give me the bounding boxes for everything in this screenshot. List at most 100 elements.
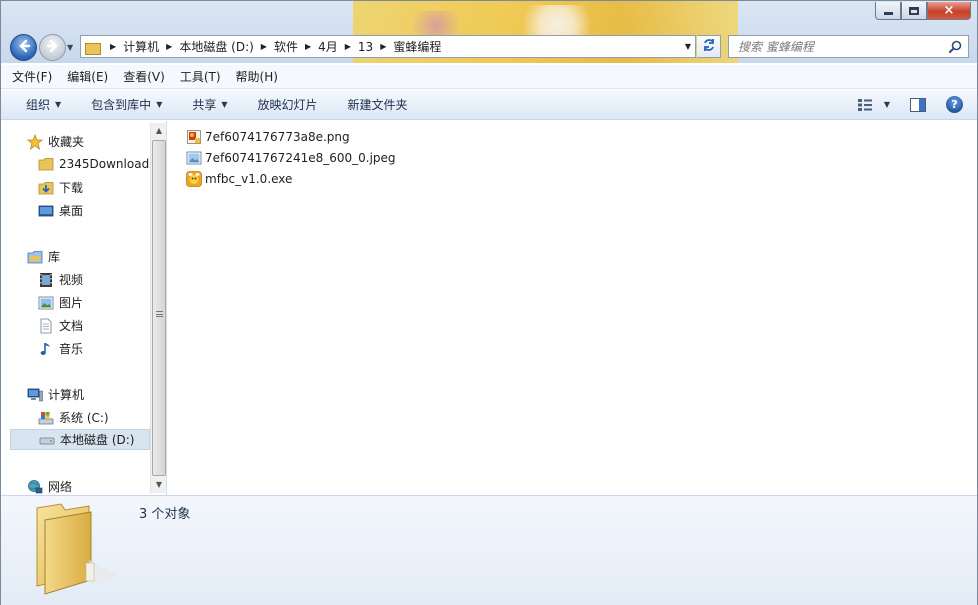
file-name: mfbc_v1.0.exe: [205, 172, 293, 186]
refresh-icon: [702, 38, 716, 56]
preview-pane-button[interactable]: [910, 97, 926, 112]
nav-item-label: 音乐: [59, 342, 84, 356]
hard-drive-icon: [39, 437, 55, 444]
maximize-icon: [909, 6, 919, 15]
nav-pane-scrollbar[interactable]: ▲ ▼: [150, 123, 166, 493]
more-views-dropdown[interactable]: ▼: [884, 100, 890, 109]
explorer-window: × ▼ ▶ 计算机 ▶ 本地磁盘 (D:) ▶ 软件 ▶ 4月 ▶ 13 ▶ 蜜…: [0, 0, 978, 605]
picture-icon: [38, 296, 54, 309]
file-item-png[interactable]: 7ef6074176773a8e.png: [186, 129, 350, 145]
recent-pages-dropdown[interactable]: ▼: [67, 43, 77, 53]
exe-app-icon: [186, 171, 202, 187]
nav-group-computer-label: 计算机: [48, 388, 85, 402]
breadcrumb-local-disk-d[interactable]: 本地磁盘 (D:): [179, 38, 253, 55]
library-icon: [27, 250, 43, 263]
nav-group-favorites[interactable]: 收藏夹: [27, 133, 84, 150]
details-pane: 3 个对象: [1, 495, 977, 605]
title-bar: × ▼ ▶ 计算机 ▶ 本地磁盘 (D:) ▶ 软件 ▶ 4月 ▶ 13 ▶ 蜜…: [1, 1, 977, 63]
breadcrumb-computer[interactable]: 计算机: [123, 38, 159, 55]
view-list-icon: [857, 98, 872, 111]
chevron-right-icon[interactable]: ▶: [298, 42, 318, 51]
breadcrumb-april[interactable]: 4月: [318, 38, 338, 55]
search-input[interactable]: [738, 39, 938, 54]
nav-item-label: 2345Downloads: [59, 157, 150, 171]
help-button[interactable]: ?: [946, 96, 963, 113]
chevron-down-icon: ▼: [221, 100, 228, 109]
window-controls: ×: [875, 2, 971, 20]
download-folder-icon: [38, 181, 54, 194]
chevron-down-icon: ▼: [156, 100, 163, 109]
address-history-dropdown[interactable]: ▼: [685, 42, 691, 51]
nav-item-label: 下载: [59, 181, 84, 195]
organize-button[interactable]: 组织 ▼: [26, 96, 61, 113]
nav-group-favorites-label: 收藏夹: [48, 135, 85, 149]
search-box[interactable]: [728, 35, 969, 58]
chevron-right-icon[interactable]: ▶: [159, 42, 179, 51]
chevron-right-icon[interactable]: ▶: [338, 42, 358, 51]
nav-item-desktop[interactable]: 桌面: [38, 202, 150, 219]
grip-icon: [156, 311, 163, 317]
include-in-library-button[interactable]: 包含到库中 ▼: [91, 96, 162, 113]
nav-item-2345downloads[interactable]: 2345Downloads: [38, 156, 150, 172]
nav-item-videos[interactable]: 视频: [38, 271, 150, 288]
nav-group-network[interactable]: 网络: [27, 478, 72, 495]
scroll-up-arrow[interactable]: ▲: [151, 123, 167, 139]
menu-bar: 文件(F) 编辑(E) 查看(V) 工具(T) 帮助(H): [1, 65, 977, 89]
slideshow-button[interactable]: 放映幻灯片: [258, 96, 318, 113]
file-item-exe[interactable]: mfbc_v1.0.exe: [186, 171, 292, 187]
new-folder-button[interactable]: 新建文件夹: [348, 96, 408, 113]
chevron-right-icon[interactable]: ▶: [254, 42, 274, 51]
maximize-button[interactable]: [901, 2, 927, 20]
breadcrumb-13[interactable]: 13: [358, 40, 373, 54]
menu-file[interactable]: 文件(F): [12, 68, 52, 85]
navigation-pane: 收藏夹 2345Downloads 下载 桌面 库 视频 图片 文档 音乐 计算…: [1, 121, 167, 495]
menu-help[interactable]: 帮助(H): [236, 68, 278, 85]
file-item-jpeg[interactable]: 7ef60741767241e8_600_0.jpeg: [186, 150, 396, 166]
nav-group-computer[interactable]: 计算机: [27, 386, 84, 403]
chevron-right-icon[interactable]: ▶: [103, 42, 123, 51]
nav-item-downloads[interactable]: 下载: [38, 179, 150, 196]
nav-item-pictures[interactable]: 图片: [38, 294, 150, 311]
video-icon: [40, 272, 52, 287]
close-icon: ×: [943, 3, 955, 18]
menu-view[interactable]: 查看(V): [123, 68, 165, 85]
scroll-down-arrow[interactable]: ▼: [151, 477, 167, 493]
music-note-icon: [40, 342, 50, 355]
forward-button[interactable]: [39, 34, 66, 61]
nav-item-music[interactable]: 音乐: [38, 340, 150, 357]
organize-label: 组织: [26, 98, 51, 112]
scrollbar-thumb[interactable]: [152, 140, 166, 476]
back-button[interactable]: [10, 34, 37, 61]
system-drive-icon: [38, 411, 54, 424]
include-in-library-label: 包含到库中: [91, 98, 152, 112]
menu-edit[interactable]: 编辑(E): [67, 68, 108, 85]
share-label: 共享: [192, 98, 217, 112]
star-icon: [27, 133, 43, 150]
nav-group-libraries-label: 库: [48, 250, 61, 264]
nav-item-label: 桌面: [59, 204, 84, 218]
search-icon[interactable]: [949, 40, 962, 53]
breadcrumb-software[interactable]: 软件: [274, 38, 298, 55]
folder-icon: [36, 503, 119, 595]
share-button[interactable]: 共享 ▼: [192, 96, 227, 113]
address-bar[interactable]: ▶ 计算机 ▶ 本地磁盘 (D:) ▶ 软件 ▶ 4月 ▶ 13 ▶ 蜜蜂编程 …: [80, 35, 696, 58]
minimize-button[interactable]: [875, 2, 901, 20]
nav-item-label: 图片: [59, 296, 84, 310]
nav-item-documents[interactable]: 文档: [38, 317, 150, 334]
nav-group-libraries[interactable]: 库: [27, 248, 60, 265]
refresh-button[interactable]: [697, 35, 721, 58]
nav-item-label: 本地磁盘 (D:): [60, 433, 135, 447]
desktop-icon: [38, 205, 54, 216]
change-view-button[interactable]: [857, 98, 873, 112]
nav-item-system-c[interactable]: 系统 (C:): [38, 409, 150, 426]
breadcrumb-bee-programming[interactable]: 蜜蜂编程: [393, 38, 441, 55]
nav-item-local-disk-d[interactable]: 本地磁盘 (D:): [10, 429, 150, 450]
file-name: 7ef60741767241e8_600_0.jpeg: [205, 151, 396, 165]
chevron-down-icon: ▼: [67, 43, 74, 52]
menu-tools[interactable]: 工具(T): [180, 68, 221, 85]
close-button[interactable]: ×: [927, 2, 971, 20]
file-list[interactable]: 7ef6074176773a8e.png 7ef60741767241e8_60…: [168, 121, 977, 495]
document-icon: [40, 318, 52, 333]
nav-item-label: 系统 (C:): [59, 411, 109, 425]
chevron-right-icon[interactable]: ▶: [373, 42, 393, 51]
